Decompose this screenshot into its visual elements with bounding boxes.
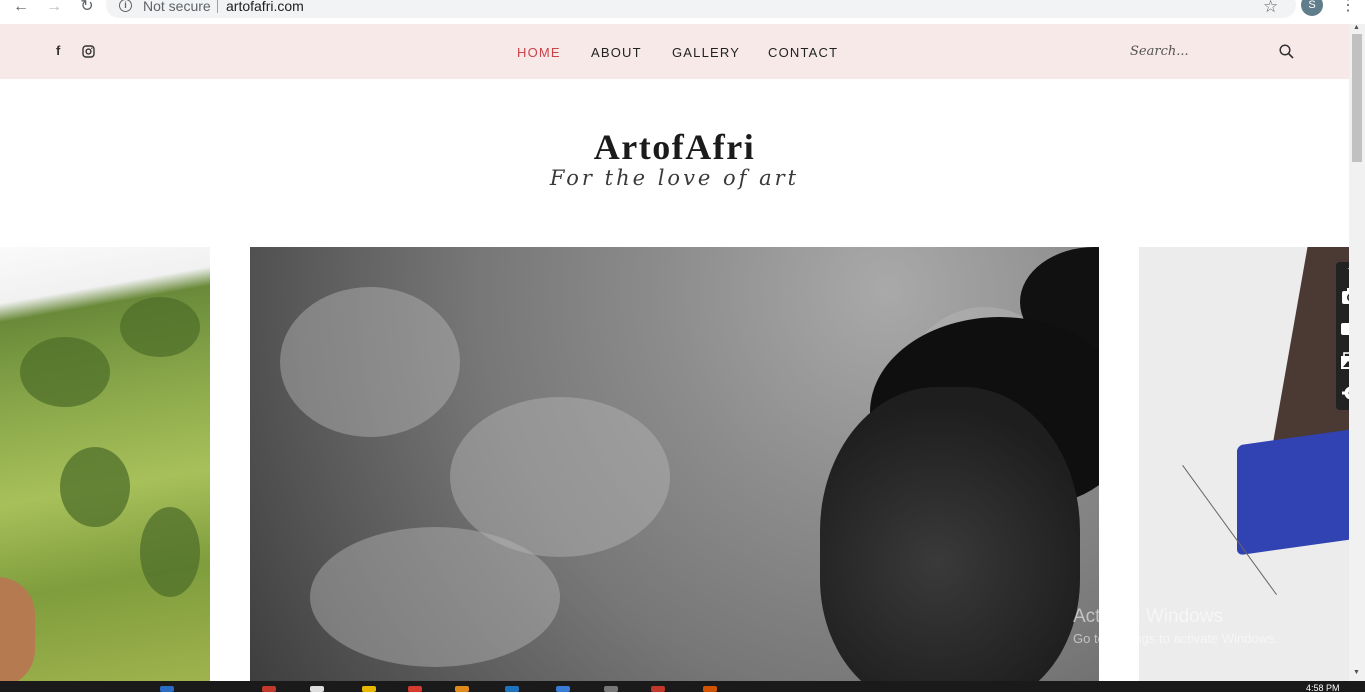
taskbar-app-icon[interactable] (455, 686, 469, 692)
slide-image-portrait[interactable] (250, 247, 1099, 681)
forward-icon[interactable]: → (45, 0, 63, 16)
taskbar-app-icon[interactable] (362, 686, 376, 692)
site-tagline: For the love of art (549, 166, 800, 190)
reload-icon[interactable]: ↻ (78, 0, 96, 16)
taskbar-app-icon[interactable] (703, 686, 717, 692)
windows-taskbar: 4:58 PM (0, 681, 1365, 693)
search-icon[interactable] (1279, 44, 1294, 59)
taskbar-app-icon[interactable] (160, 686, 174, 692)
windows-watermark-title: Activate Windows (1073, 606, 1223, 627)
taskbar-app-icon[interactable] (604, 686, 618, 692)
taskbar-app-icon[interactable] (505, 686, 519, 692)
site-logo-title[interactable]: ArtofAfri (0, 126, 1349, 168)
address-bar[interactable]: i Not secure artofafri.com (106, 0, 1296, 18)
profile-avatar[interactable]: S (1301, 0, 1323, 16)
nav-about[interactable]: ABOUT (591, 45, 642, 60)
taskbar-app-icon[interactable] (651, 686, 665, 692)
slide-image-landscape[interactable] (0, 247, 210, 681)
security-label: Not secure (143, 0, 211, 14)
site-topbar: f HOME ABOUT GALLERY CONTACT Search... (0, 24, 1349, 79)
nav-gallery[interactable]: GALLERY (672, 45, 740, 60)
taskbar-app-icon[interactable] (262, 686, 276, 692)
instagram-icon[interactable] (82, 45, 95, 58)
search-input[interactable]: Search... (1130, 44, 1189, 59)
taskbar-app-icon[interactable] (556, 686, 570, 692)
facebook-icon[interactable]: f (56, 43, 60, 58)
taskbar-app-icon[interactable] (310, 686, 324, 692)
menu-kebab-icon[interactable]: ⋮ (1340, 0, 1356, 15)
scroll-down-icon[interactable]: ▼ (1353, 669, 1360, 676)
scroll-up-icon[interactable]: ▲ (1353, 24, 1360, 31)
bookmark-star-icon[interactable]: ☆ (1263, 0, 1278, 17)
nav-home[interactable]: HOME (517, 45, 561, 60)
info-icon[interactable]: i (119, 0, 132, 12)
scroll-thumb[interactable] (1352, 34, 1362, 162)
divider (217, 0, 218, 13)
page-scrollbar[interactable]: ▲ ▼ (1349, 24, 1365, 681)
url-text[interactable]: artofafri.com (226, 0, 304, 14)
taskbar-app-icon[interactable] (408, 686, 422, 692)
windows-watermark-subtitle: Go to Settings to activate Windows. (1073, 631, 1279, 646)
back-icon[interactable]: ← (12, 0, 30, 16)
nav-contact[interactable]: CONTACT (768, 45, 838, 60)
browser-toolbar: ← → ↻ i Not secure artofafri.com ☆ S ⋮ (0, 0, 1365, 24)
